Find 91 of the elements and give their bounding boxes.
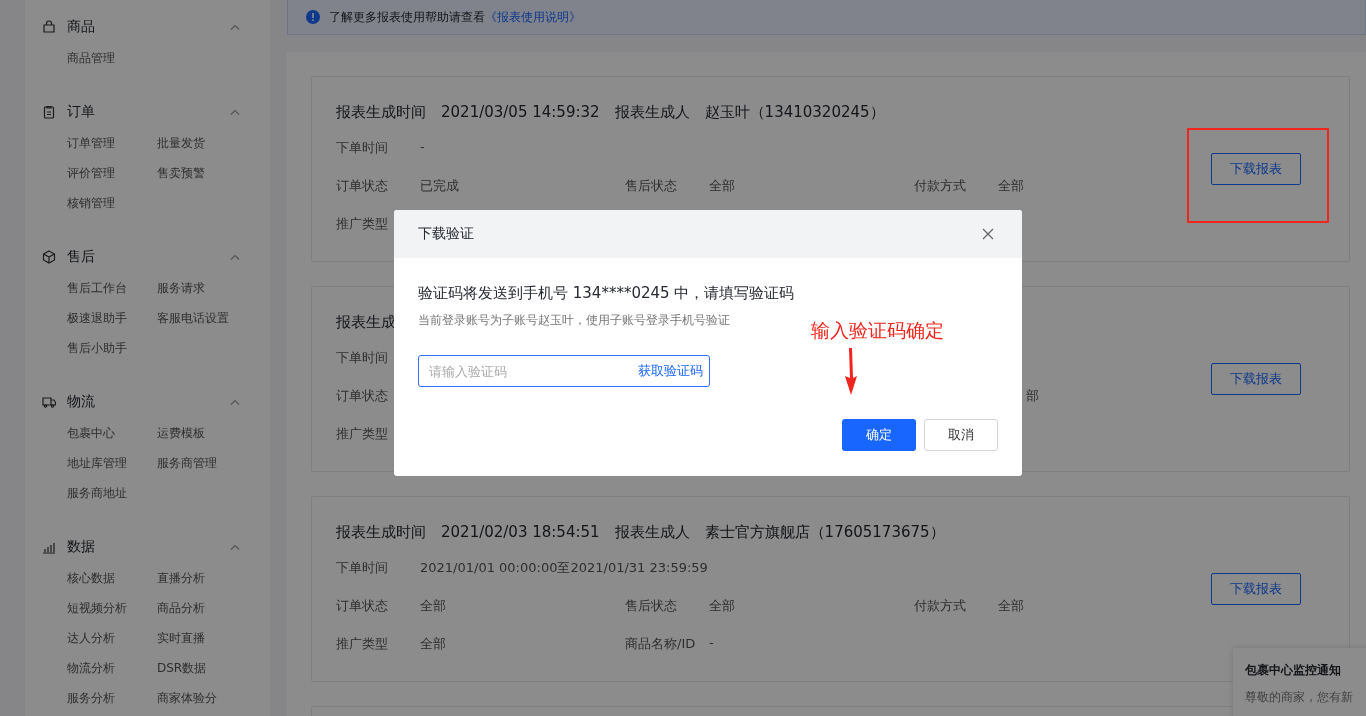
menu-item[interactable]: 商品管理 bbox=[67, 49, 157, 79]
bag-icon bbox=[42, 20, 56, 34]
close-icon[interactable] bbox=[982, 228, 994, 240]
field-value: 全部 bbox=[420, 635, 446, 653]
field-value: 全部 bbox=[998, 177, 1024, 195]
report-title-text: 素士官方旗舰店（17605173675） bbox=[704, 523, 945, 543]
section-title[interactable]: 物流 bbox=[67, 393, 230, 411]
menu-item[interactable]: 物流分析 bbox=[67, 659, 157, 689]
report-title-text: 赵玉叶（13410320245） bbox=[704, 103, 885, 123]
field-label: 付款方式 bbox=[914, 177, 967, 195]
field-value: - bbox=[420, 139, 425, 156]
field-label: 售后状态 bbox=[625, 597, 678, 615]
menu-item[interactable]: 售卖预警 bbox=[157, 164, 240, 194]
report-title-text: 报表生成时间 bbox=[336, 103, 426, 123]
menu-item[interactable]: 地址库管理 bbox=[67, 454, 157, 484]
download-report-button[interactable]: 下载报表 bbox=[1211, 363, 1301, 395]
notice-text: 了解更多报表使用帮助请查看 bbox=[329, 8, 485, 26]
menu-item[interactable]: 极速退助手 bbox=[67, 309, 157, 339]
box-icon bbox=[42, 250, 56, 264]
field-label: 推广类型 bbox=[336, 425, 389, 443]
menu-item[interactable]: 商品分析 bbox=[157, 599, 240, 629]
section-title[interactable]: 数据 bbox=[67, 538, 230, 556]
menu-item[interactable]: 核销管理 bbox=[67, 194, 157, 224]
menu-item[interactable]: 服务分析 bbox=[67, 689, 157, 716]
menu-item[interactable]: 达人分析 bbox=[67, 629, 157, 659]
menu-item[interactable]: 客服电话设置 bbox=[157, 309, 240, 339]
menu-item[interactable]: 商家体验分 bbox=[157, 689, 240, 716]
field-value: 已完成 bbox=[420, 177, 459, 195]
field-value: 全部 bbox=[709, 597, 735, 615]
clipboard-icon bbox=[42, 105, 56, 119]
field-label: 订单状态 bbox=[336, 387, 389, 405]
cancel-button[interactable]: 取消 bbox=[924, 419, 998, 451]
field-value: 2021/01/01 00:00:00至2021/01/31 23:59:59 bbox=[420, 559, 708, 577]
confirm-button[interactable]: 确定 bbox=[842, 419, 916, 451]
menu-item[interactable]: 售后小助手 bbox=[67, 339, 157, 369]
field-value: 全部 bbox=[998, 597, 1024, 615]
chevron-up-icon[interactable] bbox=[230, 109, 240, 115]
download-report-button[interactable]: 下载报表 bbox=[1211, 153, 1301, 185]
field-value: - bbox=[709, 635, 714, 652]
arrow-icon bbox=[843, 348, 859, 396]
menu-item[interactable]: 服务商管理 bbox=[157, 454, 240, 484]
menu-item[interactable]: 实时直播 bbox=[157, 629, 240, 659]
field-label: 下单时间 bbox=[336, 559, 389, 577]
annotation-text: 输入验证码确定 bbox=[811, 318, 944, 343]
menu-item[interactable]: 订单管理 bbox=[67, 134, 157, 164]
menu-item[interactable]: 包裹中心 bbox=[67, 424, 157, 454]
dialog-hint: 当前登录账号为子账号赵玉叶，使用子账号登录手机号验证 bbox=[418, 312, 731, 329]
field-label: 订单状态 bbox=[336, 597, 389, 615]
report-title-text: 2021/02/03 18:54:51 bbox=[441, 523, 600, 543]
menu-item[interactable]: 售后工作台 bbox=[67, 279, 157, 309]
usage-guide-link[interactable]: 《报表使用说明》 bbox=[485, 8, 581, 26]
section-title[interactable]: 售后 bbox=[67, 248, 230, 266]
chevron-up-icon[interactable] bbox=[230, 24, 240, 30]
chevron-up-icon[interactable] bbox=[230, 254, 240, 260]
field-label: 订单状态 bbox=[336, 177, 389, 195]
menu-item[interactable]: 核心数据 bbox=[67, 569, 157, 599]
menu-item[interactable]: 服务商地址 bbox=[67, 484, 157, 514]
menu-item[interactable]: 短视频分析 bbox=[67, 599, 157, 629]
field-value: 全部 bbox=[709, 177, 735, 195]
field-label: 推广类型 bbox=[336, 215, 389, 233]
dialog-title: 下载验证 bbox=[418, 225, 474, 243]
download-report-button[interactable]: 下载报表 bbox=[1211, 573, 1301, 605]
notification-text: 尊敬的商家，您有新 bbox=[1245, 689, 1354, 706]
dialog-message: 验证码将发送到手机号 134****0245 中，请填写验证码 bbox=[418, 284, 796, 303]
get-code-link[interactable]: 获取验证码 bbox=[638, 362, 703, 380]
field-label: 售后状态 bbox=[625, 177, 678, 195]
section-title[interactable]: 订单 bbox=[67, 103, 230, 121]
report-title-text: 报表生成时间 bbox=[336, 523, 426, 543]
report-title-text: 报表生成人 bbox=[614, 523, 690, 543]
field-label: 下单时间 bbox=[336, 139, 389, 157]
field-value: 部 bbox=[1026, 387, 1039, 405]
bar-chart-icon bbox=[42, 540, 56, 554]
chevron-up-icon[interactable] bbox=[230, 544, 240, 550]
notification-title: 包裹中心监控通知 bbox=[1245, 662, 1342, 679]
menu-item[interactable]: 批量发货 bbox=[157, 134, 240, 164]
field-label: 推广类型 bbox=[336, 635, 389, 653]
report-title-text: 2021/03/05 14:59:32 bbox=[441, 103, 600, 123]
menu-item[interactable]: 评价管理 bbox=[67, 164, 157, 194]
truck-icon bbox=[42, 395, 56, 409]
menu-item[interactable]: 直播分析 bbox=[157, 569, 240, 599]
report-title-text: 报表生成人 bbox=[614, 103, 690, 123]
menu-item[interactable]: 服务请求 bbox=[157, 279, 240, 309]
field-label: 下单时间 bbox=[336, 349, 389, 367]
field-label: 商品名称/ID bbox=[625, 635, 697, 653]
field-label: 付款方式 bbox=[914, 597, 967, 615]
menu-item[interactable]: 运费模板 bbox=[157, 424, 240, 454]
info-icon bbox=[306, 10, 320, 24]
menu-item[interactable]: DSR数据 bbox=[157, 659, 240, 689]
section-title[interactable]: 商品 bbox=[67, 18, 230, 36]
field-value: 全部 bbox=[420, 597, 446, 615]
chevron-up-icon[interactable] bbox=[230, 399, 240, 405]
